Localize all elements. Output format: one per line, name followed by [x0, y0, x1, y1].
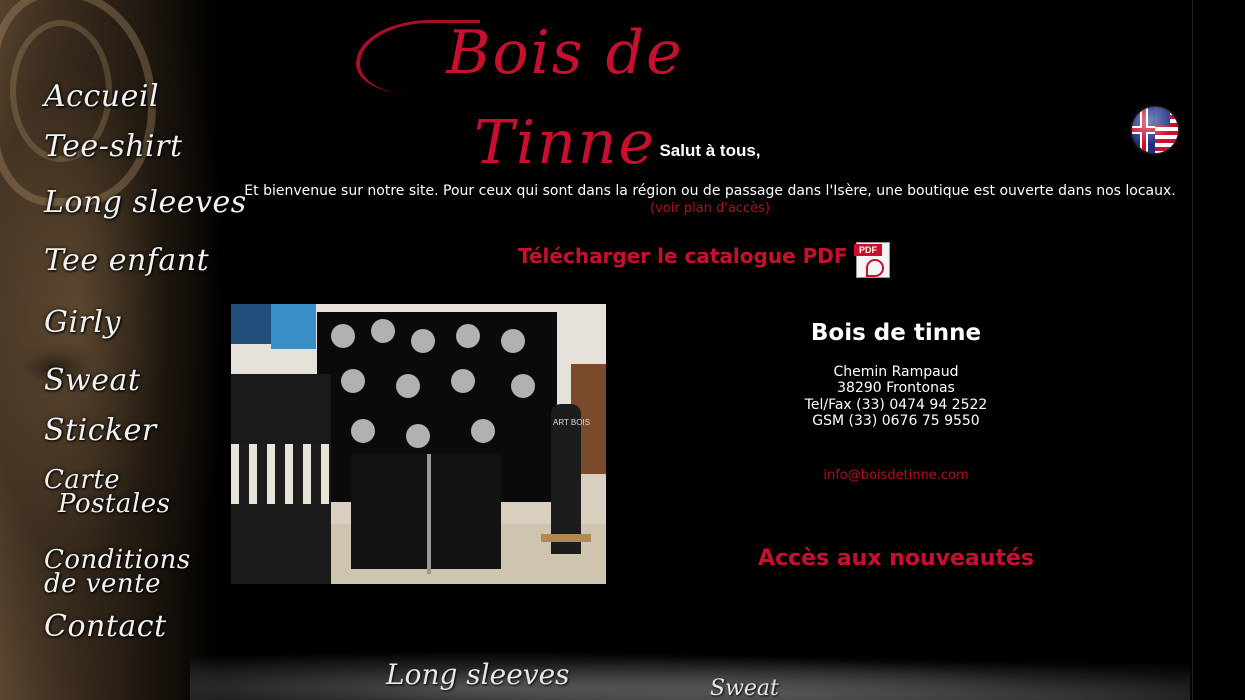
bottom-banner: Long sleeves Sweat: [190, 640, 1190, 700]
pdf-icon[interactable]: PDF: [854, 242, 890, 278]
nav-tee-enfant[interactable]: Tee enfant: [44, 246, 209, 276]
photo-clothes-rack: [351, 454, 501, 569]
pdf-badge: PDF: [854, 244, 882, 256]
photo-rack-pole: [427, 454, 431, 574]
photo-mannequin-base: [541, 534, 591, 542]
acrobat-swirl-icon: [866, 259, 884, 277]
photo-shirt-text: ART BOIS: [553, 418, 591, 427]
welcome-text: Et bienvenue sur notre site. Pour ceux q…: [244, 183, 1176, 199]
nav-postales-label: Postales: [58, 489, 171, 519]
site-logo[interactable]: Bois de Tinne: [350, 8, 780, 178]
address-city: 38290 Frontonas: [837, 380, 955, 396]
right-border-line: [1192, 0, 1193, 700]
banner-long-sleeves-label[interactable]: Long sleeves: [386, 658, 570, 691]
nav-long-sleeves[interactable]: Long sleeves: [44, 188, 247, 218]
nav-de-vente-label: de vente: [44, 569, 161, 599]
photo-print: [451, 369, 475, 393]
photo-print: [456, 324, 480, 348]
nav-carte-postales[interactable]: Carte Postales: [44, 467, 171, 519]
photo-print: [406, 424, 430, 448]
photo-mannequin: ART BOIS: [551, 404, 590, 554]
map-access-link[interactable]: (voir plan d'accès): [230, 201, 1190, 216]
nav-girly[interactable]: Girly: [44, 308, 121, 338]
photo-blue-shirt: [271, 304, 316, 349]
photo-print: [331, 324, 355, 348]
photo-print: [511, 374, 535, 398]
photo-print: [351, 419, 375, 443]
photo-print: [396, 374, 420, 398]
nav-tee-shirt[interactable]: Tee-shirt: [44, 132, 183, 162]
phone-gsm: GSM (33) 0676 75 9550: [812, 413, 980, 429]
greeting-heading: Salut à tous,: [659, 141, 761, 160]
nav-sticker[interactable]: Sticker: [44, 416, 157, 446]
photo-print: [411, 329, 435, 353]
photo-print: [371, 319, 395, 343]
photo-blue-shirt: [231, 304, 271, 344]
phone-fax: Tel/Fax (33) 0474 94 2522: [804, 397, 988, 413]
download-catalog-link[interactable]: Télécharger le catalogue PDF: [518, 244, 848, 270]
banner-sweat-label[interactable]: Sweat: [710, 676, 779, 700]
store-photo: ART BOIS: [231, 304, 606, 584]
nav-accueil[interactable]: Accueil: [44, 82, 159, 112]
new-arrivals-link[interactable]: Accès aux nouveautés: [696, 546, 1096, 571]
photo-print: [341, 369, 365, 393]
main-nav: Accueil Tee-shirt Long sleeves Tee enfan…: [0, 0, 246, 700]
nav-conditions-de-vente[interactable]: Conditions de vente: [44, 547, 191, 599]
photo-print: [471, 419, 495, 443]
photo-clothes-rack: [231, 444, 331, 504]
shop-name: Bois de tinne: [810, 320, 982, 346]
address-street: Chemin Rampaud: [833, 364, 959, 380]
email-link[interactable]: info@boisdetinne.com: [696, 468, 1096, 483]
nav-sweat[interactable]: Sweat: [44, 366, 140, 396]
nav-contact[interactable]: Contact: [44, 612, 167, 642]
photo-print: [501, 329, 525, 353]
